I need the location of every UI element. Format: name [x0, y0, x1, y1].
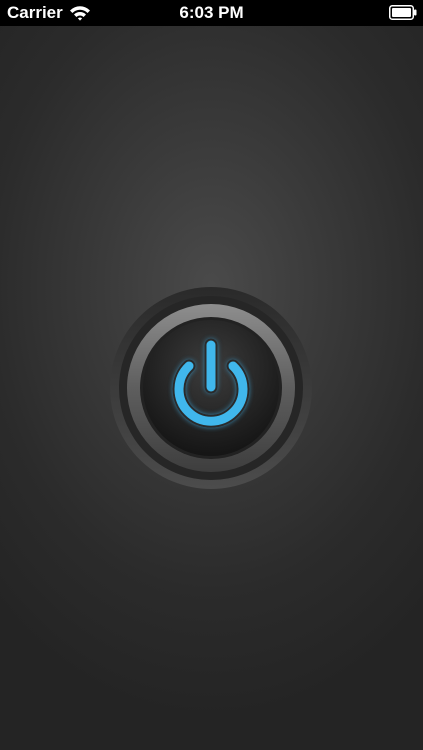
app-screen: Carrier 6:03 PM: [0, 0, 423, 750]
power-button[interactable]: [110, 287, 312, 489]
status-bar: Carrier 6:03 PM: [0, 0, 423, 26]
main-area: [0, 26, 423, 750]
power-button-graphic: [110, 287, 312, 489]
battery-icon: [389, 5, 417, 20]
status-time: 6:03 PM: [179, 3, 244, 22]
